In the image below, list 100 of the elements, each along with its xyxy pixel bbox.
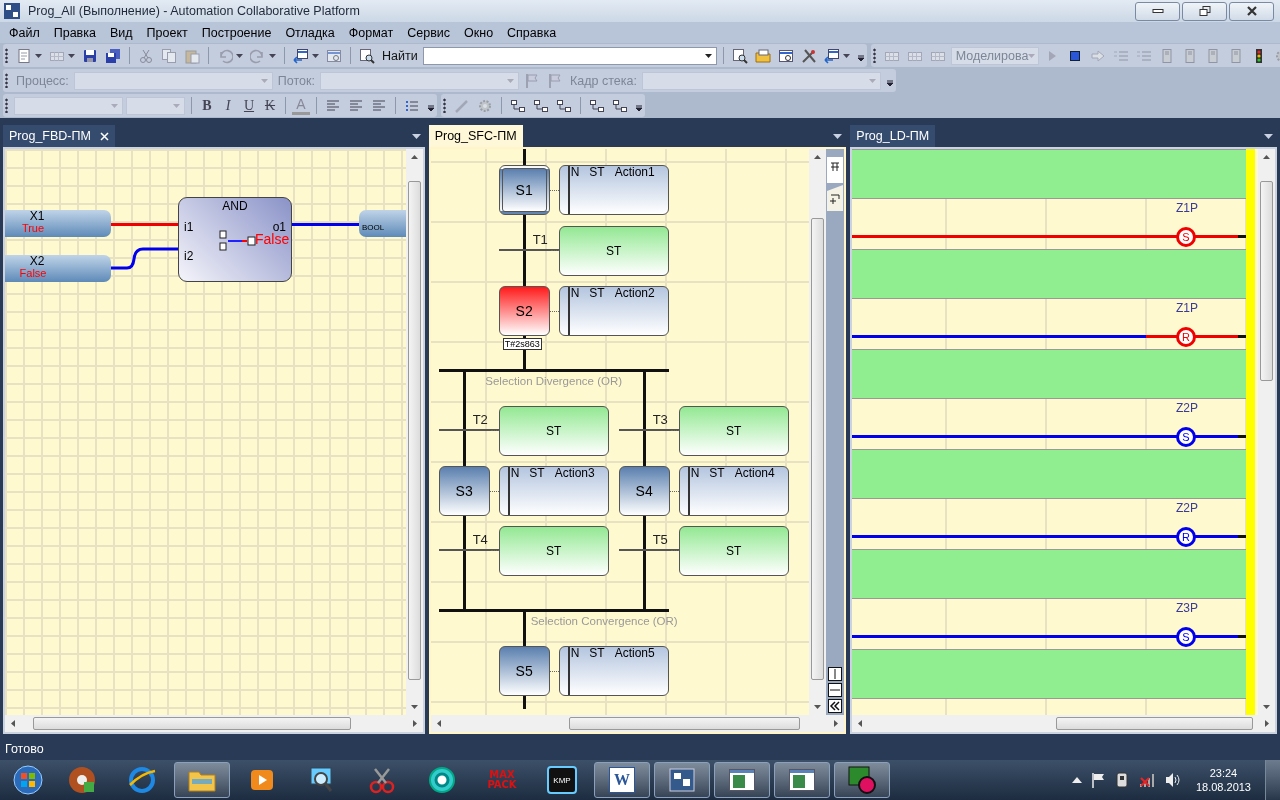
scroll-down-icon[interactable] [814, 705, 822, 709]
close-button[interactable] [1229, 1, 1274, 21]
coil[interactable]: S [1176, 427, 1196, 447]
transition-condition-block[interactable]: ST [558, 226, 669, 276]
nodes-icon[interactable] [556, 97, 572, 114]
caret-icon[interactable] [236, 53, 243, 58]
flag-icon[interactable] [1089, 772, 1106, 788]
document-icon[interactable] [16, 47, 32, 64]
document-tab[interactable]: Prog_LD-ПМ [850, 125, 936, 147]
sfc-step[interactable]: S5 [498, 646, 550, 696]
horizontal-scrollbar[interactable] [430, 715, 845, 732]
taskbar-app-button[interactable] [654, 762, 710, 798]
toolbar-grip[interactable] [443, 98, 446, 113]
side-panel-tab-icon[interactable] [827, 185, 844, 211]
toolbar-grip[interactable] [5, 73, 8, 88]
vertical-scrollbar[interactable] [1258, 149, 1275, 715]
close-icon[interactable] [99, 131, 109, 141]
format-button[interactable]: K [261, 96, 279, 115]
scroll-up-icon[interactable] [410, 155, 418, 159]
sfc-step[interactable]: S1 [498, 165, 550, 215]
action-block[interactable]: N ST Action1 [558, 165, 669, 215]
action-block[interactable]: N ST Action2 [558, 286, 669, 336]
caret-icon[interactable] [68, 53, 75, 58]
magnifier-window-icon[interactable] [731, 47, 748, 64]
scroll-left-icon[interactable] [436, 720, 441, 727]
device-icon[interactable] [1113, 771, 1130, 789]
scroll-up-icon[interactable] [1263, 155, 1270, 159]
taskbar-app-button[interactable]: W [594, 762, 650, 798]
horizontal-scrollbar[interactable] [5, 715, 423, 732]
sfc-step[interactable]: S4 [618, 466, 670, 516]
clock[interactable]: 23:24 18.08.2013 [1189, 766, 1257, 794]
menu-item[interactable]: Файл [2, 25, 47, 40]
taskbar-app-button[interactable]: KMP [534, 762, 590, 798]
sfc-step[interactable]: S3 [438, 466, 490, 516]
menu-item[interactable]: Окно [457, 25, 501, 40]
menu-item[interactable]: Формат [341, 25, 401, 40]
horizontal-scrollbar[interactable] [852, 715, 1275, 732]
folder-icon[interactable] [754, 47, 771, 64]
action-block[interactable]: N ST Action4 [678, 466, 789, 516]
network-icon[interactable] [1137, 772, 1156, 788]
taskbar-app-button[interactable] [174, 762, 230, 798]
split-horizontal-icon[interactable] [828, 683, 843, 697]
menu-item[interactable]: Отладка [278, 25, 342, 40]
scroll-right-icon[interactable] [1265, 720, 1269, 727]
window-arrow-icon[interactable] [823, 47, 840, 64]
scroll-right-icon[interactable] [834, 720, 839, 727]
scroll-left-icon[interactable] [858, 720, 863, 727]
format-button[interactable]: U [240, 96, 258, 115]
dropdown-icon[interactable] [411, 134, 421, 139]
collapse-icon[interactable] [828, 699, 843, 713]
caret-icon[interactable] [312, 53, 319, 58]
find-document-icon[interactable] [359, 47, 375, 64]
menu-item[interactable]: Вид [102, 25, 140, 40]
scroll-right-icon[interactable] [412, 720, 417, 727]
vertical-scrollbar[interactable] [809, 149, 827, 715]
toolbar-grip[interactable] [5, 48, 8, 63]
coil[interactable]: R [1176, 527, 1196, 547]
taskbar-app-button[interactable] [834, 762, 890, 798]
search-field[interactable] [422, 46, 717, 65]
show-desktop-button[interactable] [1265, 760, 1280, 800]
menu-item[interactable]: Правка [46, 25, 103, 40]
volume-icon[interactable] [1163, 772, 1182, 788]
window-arrow-icon[interactable] [293, 47, 309, 64]
sfc-step[interactable]: S2 [498, 286, 550, 336]
side-panel-tab-icon[interactable] [827, 157, 844, 183]
scroll-up-icon[interactable] [814, 155, 822, 159]
nodes-icon[interactable] [612, 97, 628, 114]
transition-condition-block[interactable]: ST [498, 406, 609, 456]
coil[interactable]: R [1176, 327, 1196, 347]
taskbar-app-button[interactable] [714, 762, 770, 798]
minimize-button[interactable] [1135, 1, 1180, 21]
document-tab[interactable]: Prog_SFC-ПМ [428, 125, 523, 147]
toolbar-grip[interactable] [5, 98, 8, 113]
tools-icon[interactable] [800, 47, 817, 64]
caret-icon[interactable] [269, 53, 276, 58]
action-block[interactable]: N ST Action3 [498, 466, 609, 516]
menu-item[interactable]: Сервис [400, 25, 458, 40]
dropdown-icon[interactable] [833, 134, 843, 139]
toolbar-grip[interactable] [872, 48, 876, 63]
menu-item[interactable]: Справка [500, 25, 564, 40]
format-button[interactable]: B [198, 96, 216, 115]
menu-item[interactable]: Построение [194, 25, 279, 40]
caret-icon[interactable] [842, 53, 850, 58]
format-button[interactable]: I [219, 96, 237, 115]
split-vertical-icon[interactable] [828, 667, 843, 681]
action-block[interactable]: N ST Action5 [558, 646, 669, 696]
caret-icon[interactable] [35, 53, 42, 58]
nodes-icon[interactable] [533, 97, 549, 114]
menu-item[interactable]: Проект [139, 25, 195, 40]
scroll-left-icon[interactable] [11, 720, 15, 727]
nodes-icon[interactable] [510, 97, 526, 114]
transition-condition-block[interactable]: ST [678, 406, 789, 456]
document-tab[interactable]: Prog_FBD-ПМ [3, 125, 115, 147]
restore-button[interactable] [1182, 1, 1227, 21]
window-search-icon[interactable] [777, 47, 794, 64]
taskbar-app-button[interactable] [774, 762, 830, 798]
show-hidden-icons-icon[interactable] [1071, 776, 1082, 784]
scroll-down-icon[interactable] [410, 705, 418, 709]
coil[interactable]: S [1176, 227, 1196, 247]
selection-icon[interactable] [589, 97, 605, 114]
